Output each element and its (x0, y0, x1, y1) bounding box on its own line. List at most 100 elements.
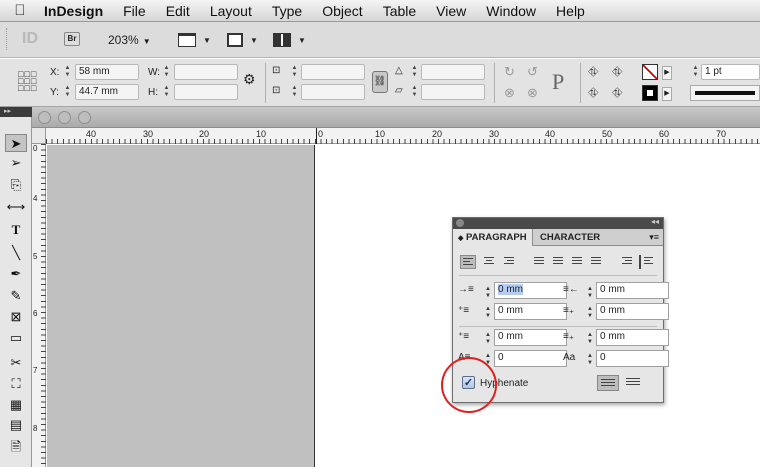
arrange-documents-button[interactable]: ▼ (273, 31, 306, 49)
rotate-ccw-icon[interactable]: ↺ (527, 64, 538, 80)
space-before-field[interactable]: 0 mm (494, 329, 567, 346)
y-stepper[interactable]: ▲ ▼ (63, 84, 72, 100)
apple-menu-icon[interactable]:  (0, 2, 40, 19)
rectangle-tool-icon[interactable]: ▭ (5, 329, 27, 347)
selection-tool-icon[interactable]: ➤ (5, 134, 27, 152)
pasteboard[interactable] (47, 145, 315, 467)
rotate-cw-icon[interactable]: ↻ (504, 64, 515, 80)
fill-menu-arrow[interactable]: ▶ (662, 66, 672, 80)
right-indent-stepper[interactable]: ▲ ▼ (585, 284, 595, 301)
tab-character[interactable]: CHARACTER (535, 229, 605, 246)
gradient-feather-tool-icon[interactable]: ▤ (5, 416, 27, 434)
stroke-swatch[interactable] (642, 85, 658, 101)
panel-title-bar[interactable]: ◂◂ (453, 217, 663, 229)
constrain-proportions-icon[interactable]: ⚙ (243, 71, 256, 88)
menu-table[interactable]: Table (373, 3, 426, 19)
w-stepper[interactable]: ▲ ▼ (162, 64, 171, 80)
right-indent-field[interactable]: 0 mm (596, 282, 669, 299)
space-after-field[interactable]: 0 mm (596, 329, 669, 346)
select-container-icon[interactable]: ⛗ (588, 64, 598, 80)
justify-all-button[interactable] (588, 255, 604, 269)
collapse-panel-icon[interactable]: ◂◂ (651, 217, 659, 226)
menu-layout[interactable]: Layout (200, 3, 262, 19)
rotate-field[interactable] (421, 64, 485, 80)
rotate-stepper[interactable]: ▲ ▼ (410, 64, 419, 80)
reference-point-icon[interactable]: □□□ □□□ □□□ (18, 70, 37, 93)
stroke-menu-arrow[interactable]: ▶ (662, 87, 672, 101)
vertical-ruler[interactable]: 0 4 5 6 7 8 (32, 144, 46, 467)
fill-none-swatch[interactable] (642, 64, 658, 80)
menu-edit[interactable]: Edit (156, 3, 200, 19)
x-field[interactable]: 58 mm (75, 64, 139, 80)
drop-cap-lines-field[interactable]: 0 (494, 350, 567, 367)
tab-paragraph[interactable]: ◆ PARAGRAPH (453, 229, 533, 246)
flip-vertical-icon[interactable]: ⊗ (527, 85, 538, 101)
x-stepper[interactable]: ▲ ▼ (63, 64, 72, 80)
gradient-swatch-tool-icon[interactable]: ▦ (5, 396, 27, 414)
align-to-baseline-button[interactable] (623, 375, 645, 391)
last-line-indent-stepper[interactable]: ▲ ▼ (585, 304, 595, 321)
type-tool-icon[interactable]: T (5, 221, 27, 239)
tools-panel-header[interactable]: ▸▸ (0, 107, 32, 117)
shear-stepper[interactable]: ▲ ▼ (410, 84, 419, 100)
left-indent-stepper[interactable]: ▲ ▼ (483, 284, 493, 301)
stroke-weight-field[interactable]: 1 pt (701, 64, 760, 80)
menu-app-name[interactable]: InDesign (40, 3, 113, 19)
scissors-tool-icon[interactable]: ✂ (5, 354, 27, 372)
drop-cap-chars-field[interactable]: 0 (596, 350, 669, 367)
page-tool-icon[interactable]: ⎘ (5, 176, 27, 194)
menu-help[interactable]: Help (546, 3, 595, 19)
align-right-button[interactable] (501, 255, 517, 269)
menu-object[interactable]: Object (312, 3, 372, 19)
space-before-stepper[interactable]: ▲ ▼ (483, 330, 493, 347)
free-transform-tool-icon[interactable]: ⛶ (5, 375, 27, 393)
first-line-indent-stepper[interactable]: ▲ ▼ (483, 304, 493, 321)
bridge-button[interactable]: Br (64, 32, 80, 46)
select-next-icon[interactable]: ⛗ (612, 85, 622, 101)
space-after-stepper[interactable]: ▲ ▼ (585, 330, 595, 347)
drop-cap-chars-stepper[interactable]: ▲ ▼ (585, 351, 595, 368)
constrain-scale-button[interactable]: ⛓ (372, 71, 388, 93)
menu-window[interactable]: Window (476, 3, 546, 19)
do-not-align-baseline-button[interactable] (597, 375, 619, 391)
view-options-button[interactable]: ▼ (178, 31, 211, 49)
close-panel-button[interactable] (456, 219, 464, 227)
first-line-indent-field[interactable]: 0 mm (494, 303, 567, 320)
minimize-window-button[interactable] (58, 111, 71, 124)
close-window-button[interactable] (38, 111, 51, 124)
flip-horizontal-icon[interactable]: ⊗ (504, 85, 515, 101)
pen-tool-icon[interactable]: ✒ (5, 265, 27, 283)
last-line-indent-field[interactable]: 0 mm (596, 303, 669, 320)
direct-selection-tool-icon[interactable]: ➢ (5, 154, 27, 172)
select-previous-icon[interactable]: ⛗ (588, 85, 598, 101)
horizontal-ruler[interactable]: 40 30 20 10 0 10 20 30 40 50 60 70 (46, 128, 760, 144)
scale-x-field[interactable] (301, 64, 365, 80)
ruler-origin[interactable] (32, 128, 46, 144)
zoom-level-dropdown[interactable]: 203% ▼ (108, 33, 151, 47)
align-center-button[interactable] (481, 255, 497, 269)
select-content-icon[interactable]: ⛗ (612, 64, 622, 80)
zoom-window-button[interactable] (78, 111, 91, 124)
align-away-from-spine-button[interactable] (639, 255, 655, 269)
rectangle-frame-tool-icon[interactable]: ⊠ (5, 308, 27, 326)
scale-y-field[interactable] (301, 84, 365, 100)
screen-mode-button[interactable]: ▼ (227, 31, 258, 49)
h-field[interactable] (174, 84, 238, 100)
shear-field[interactable] (421, 84, 485, 100)
y-field[interactable]: 44.7 mm (75, 84, 139, 100)
align-towards-spine-button[interactable] (619, 255, 635, 269)
panel-menu-icon[interactable]: ▾≡ (649, 232, 659, 243)
menu-file[interactable]: File (113, 3, 156, 19)
gap-tool-icon[interactable]: ⟷ (5, 198, 27, 216)
w-field[interactable] (174, 64, 238, 80)
stroke-weight-stepper[interactable]: ▲ ▼ (691, 64, 700, 80)
line-tool-icon[interactable]: ╲ (5, 244, 27, 262)
stroke-type-dropdown[interactable] (690, 85, 760, 101)
menu-type[interactable]: Type (262, 3, 312, 19)
justify-center-button[interactable] (550, 255, 566, 269)
justify-left-button[interactable] (531, 255, 547, 269)
left-indent-field[interactable]: 0 mm (494, 282, 567, 299)
align-left-button[interactable] (460, 255, 476, 269)
note-tool-icon[interactable]: 🗎 (5, 438, 27, 456)
justify-right-button[interactable] (569, 255, 585, 269)
